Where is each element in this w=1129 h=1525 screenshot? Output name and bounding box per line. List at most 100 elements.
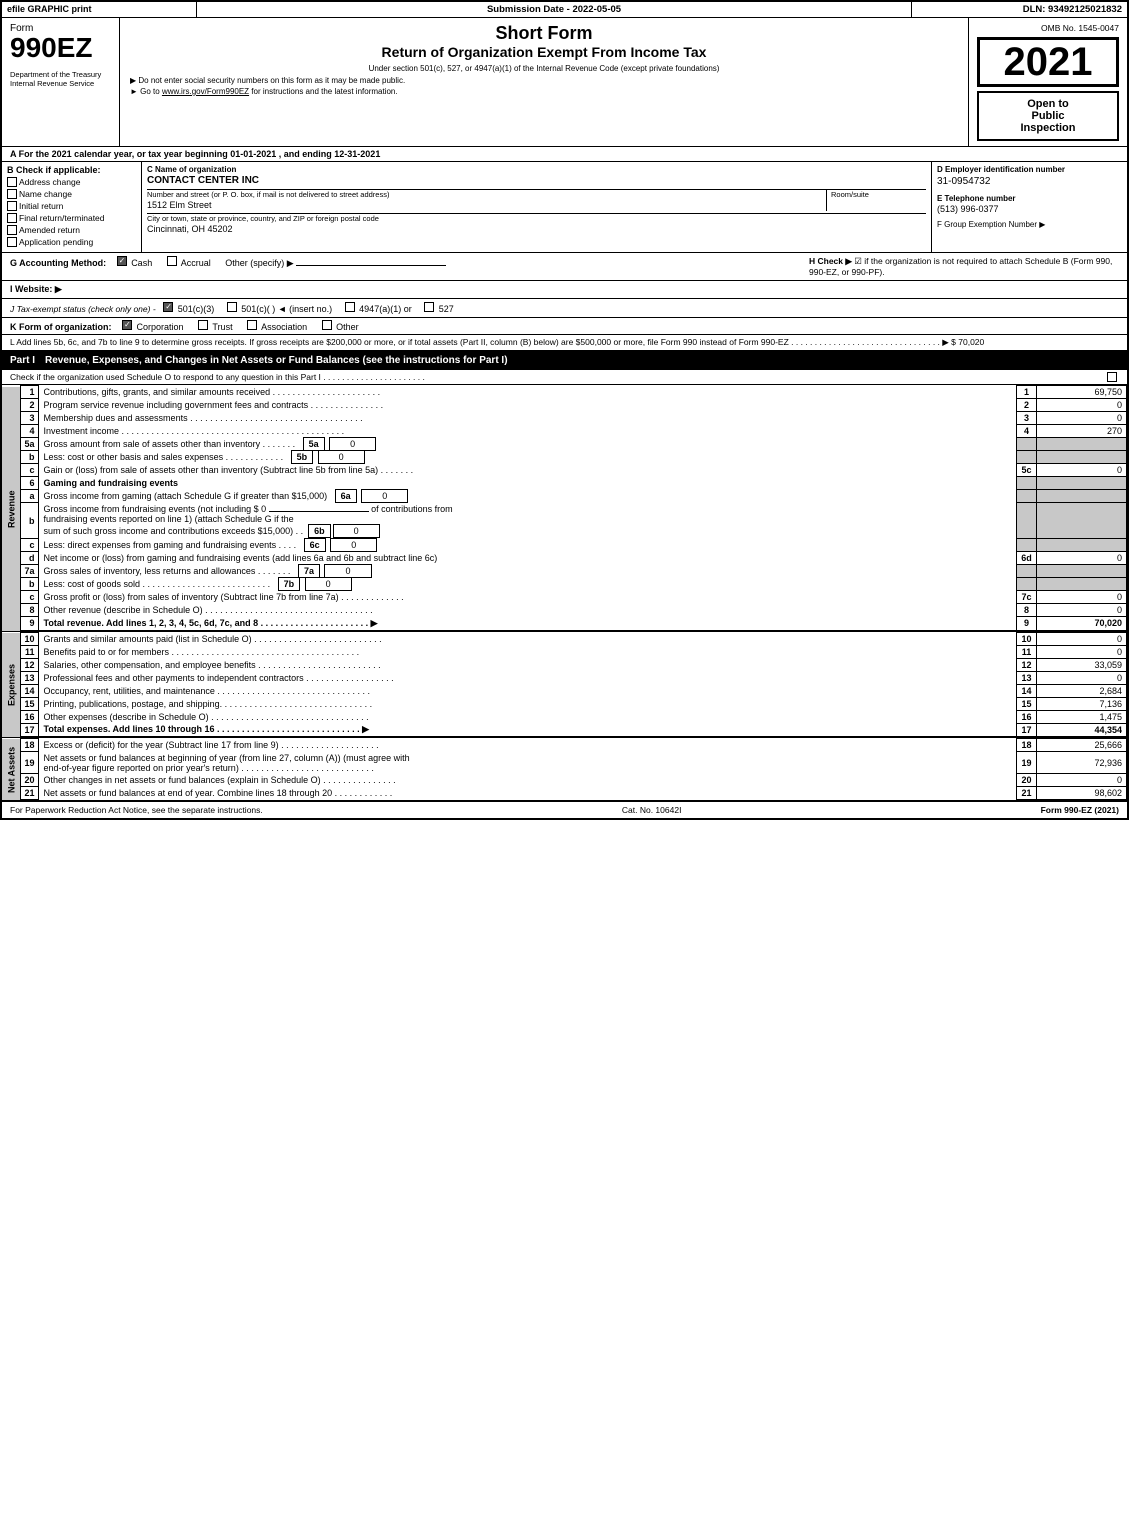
phone-value: (513) 996-0377 bbox=[937, 203, 1122, 215]
row-desc-1: Contributions, gifts, grants, and simila… bbox=[38, 386, 1017, 399]
dept-label: Department of the Treasury Internal Reve… bbox=[10, 70, 111, 88]
row-num-1: 1 bbox=[20, 386, 38, 399]
ein-value: 31-0954732 bbox=[937, 174, 1122, 189]
form-number: 990EZ bbox=[10, 34, 111, 62]
table-row: c Less: direct expenses from gaming and … bbox=[2, 539, 1127, 552]
org-name-value: CONTACT CENTER INC bbox=[147, 174, 926, 187]
tax-exempt-label: J Tax-exempt status (check only one) - bbox=[10, 304, 156, 314]
tax-exempt-527[interactable]: 527 bbox=[424, 304, 454, 314]
row19-desc2: end-of-year figure reported on prior yea… bbox=[44, 763, 1012, 773]
row6a-desc: Gross income from gaming (attach Schedul… bbox=[44, 491, 328, 501]
checkbox-amended-return[interactable]: Amended return bbox=[7, 225, 136, 235]
footer-right: Form 990-EZ (2021) bbox=[1041, 805, 1119, 815]
table-row: 14 Occupancy, rent, utilities, and maint… bbox=[2, 684, 1127, 697]
room-label: Room/suite bbox=[831, 190, 926, 199]
part1-check-text: Check if the organization used Schedule … bbox=[10, 372, 1102, 382]
table-row: 20 Other changes in net assets or fund b… bbox=[2, 774, 1127, 787]
table-row: 19 Net assets or fund balances at beginn… bbox=[2, 752, 1127, 774]
k-other[interactable]: Other bbox=[322, 322, 359, 332]
year-box: 2021 bbox=[977, 37, 1119, 87]
section-a: A For the 2021 calendar year, or tax yea… bbox=[2, 147, 1127, 162]
table-row: 3 Membership dues and assessments . . . … bbox=[2, 412, 1127, 425]
acct-cash[interactable]: Cash bbox=[117, 258, 155, 268]
net-assets-label: Net Assets bbox=[6, 746, 16, 792]
city-label: City or town, state or province, country… bbox=[147, 214, 926, 223]
row-amount-1: 69,750 bbox=[1037, 386, 1127, 399]
table-row: Revenue 1 Contributions, gifts, grants, … bbox=[2, 386, 1127, 399]
address-value: 1512 Elm Street bbox=[147, 199, 826, 211]
table-row: 13 Professional fees and other payments … bbox=[2, 671, 1127, 684]
acct-accrual[interactable]: Accrual bbox=[167, 258, 214, 268]
k-trust[interactable]: Trust bbox=[198, 322, 233, 332]
section-b-label: B Check if applicable: bbox=[7, 165, 136, 175]
k-corporation[interactable]: Corporation bbox=[122, 322, 184, 332]
table-row: 8 Other revenue (describe in Schedule O)… bbox=[2, 604, 1127, 617]
table-row: 2 Program service revenue including gove… bbox=[2, 399, 1127, 412]
form-title-line2: Return of Organization Exempt From Incom… bbox=[130, 44, 958, 60]
table-row: 7a Gross sales of inventory, less return… bbox=[2, 565, 1127, 578]
expenses-label: Expenses bbox=[6, 664, 16, 706]
table-row: 5a Gross amount from sale of assets othe… bbox=[2, 438, 1127, 451]
row6b-desc1: Gross income from fundraising events (no… bbox=[44, 504, 1012, 514]
footer: For Paperwork Reduction Act Notice, see … bbox=[2, 800, 1127, 818]
row6b-desc4: sum of such gross income and contributio… bbox=[44, 524, 1012, 538]
website-label: I Website: ▶ bbox=[10, 284, 62, 295]
address-label: Number and street (or P. O. box, if mail… bbox=[147, 190, 826, 199]
table-row-total: 17 Total expenses. Add lines 10 through … bbox=[2, 723, 1127, 737]
acct-other[interactable]: Other (specify) ▶ bbox=[225, 258, 446, 268]
tax-exempt-4947[interactable]: 4947(a)(1) or bbox=[345, 304, 412, 314]
table-row: 15 Printing, publications, postage, and … bbox=[2, 697, 1127, 710]
table-row: b Less: cost of goods sold . . . . . . .… bbox=[2, 578, 1127, 591]
table-row: Expenses 10 Grants and similar amounts p… bbox=[2, 632, 1127, 645]
tax-exempt-501c3[interactable]: 501(c)(3) bbox=[163, 304, 214, 314]
checkbox-name-change[interactable]: Name change bbox=[7, 189, 136, 199]
submission-date: Submission Date - 2022-05-05 bbox=[197, 2, 912, 17]
k-association[interactable]: Association bbox=[247, 322, 307, 332]
row5b-desc: Less: cost or other basis and sales expe… bbox=[44, 452, 284, 462]
part1-label: Part I bbox=[10, 355, 35, 366]
revenue-label: Revenue bbox=[6, 490, 16, 528]
table-row: Net Assets 18 Excess or (deficit) for th… bbox=[2, 739, 1127, 752]
part1-title: Revenue, Expenses, and Changes in Net As… bbox=[45, 355, 508, 366]
h-check-section: H Check ▶ ☑ if the organization is not r… bbox=[809, 256, 1119, 277]
acct-label: G Accounting Method: bbox=[10, 258, 106, 268]
footer-cat: Cat. No. 10642I bbox=[622, 805, 682, 815]
org-name-label: C Name of organization bbox=[147, 165, 926, 174]
row5b-amt: 0 bbox=[318, 450, 365, 464]
row5a-amt: 0 bbox=[329, 437, 376, 451]
row5a-desc: Gross amount from sale of assets other t… bbox=[44, 439, 296, 449]
table-row: 6 Gaming and fundraising events bbox=[2, 477, 1127, 490]
k-label: K Form of organization: bbox=[10, 322, 112, 332]
group-exempt: F Group Exemption Number ▶ bbox=[937, 220, 1122, 229]
checkbox-final-return[interactable]: Final return/terminated bbox=[7, 213, 136, 223]
table-row: c Gain or (loss) from sale of assets oth… bbox=[2, 464, 1127, 477]
row5b-sub: 5b bbox=[291, 450, 314, 464]
l-section-text: L Add lines 5b, 6c, and 7b to line 9 to … bbox=[10, 337, 984, 347]
row19-desc1: Net assets or fund balances at beginning… bbox=[44, 753, 1012, 763]
checkbox-initial-return[interactable]: Initial return bbox=[7, 201, 136, 211]
ein-label: D Employer identification number bbox=[937, 165, 1122, 174]
row-line-1: 1 bbox=[1017, 386, 1037, 399]
phone-label: E Telephone number bbox=[937, 194, 1122, 203]
row5a-sub: 5a bbox=[303, 437, 325, 451]
part1-checkbox[interactable] bbox=[1107, 372, 1117, 382]
form-subtitle: Under section 501(c), 527, or 4947(a)(1)… bbox=[130, 64, 958, 73]
table-row: 21 Net assets or fund balances at end of… bbox=[2, 787, 1127, 800]
footer-left: For Paperwork Reduction Act Notice, see … bbox=[10, 805, 263, 815]
table-row: 4 Investment income . . . . . . . . . . … bbox=[2, 425, 1127, 438]
efile-label: efile GRAPHIC print bbox=[2, 2, 197, 17]
table-row: 11 Benefits paid to or for members . . .… bbox=[2, 645, 1127, 658]
omb-number: OMB No. 1545-0047 bbox=[977, 23, 1119, 33]
row6b-desc3: fundraising events reported on line 1) (… bbox=[44, 514, 1012, 524]
table-row: b Less: cost or other basis and sales ex… bbox=[2, 451, 1127, 464]
checkbox-application-pending[interactable]: Application pending bbox=[7, 237, 136, 247]
checkbox-address-change[interactable]: Address change bbox=[7, 177, 136, 187]
table-row: a Gross income from gaming (attach Sched… bbox=[2, 490, 1127, 503]
form-title-line1: Short Form bbox=[130, 23, 958, 44]
dln-number: DLN: 93492125021832 bbox=[912, 2, 1127, 17]
form-note2: ► Go to www.irs.gov/Form990EZ for instru… bbox=[130, 87, 958, 96]
tax-exempt-501c[interactable]: 501(c)( ) ◄ (insert no.) bbox=[227, 304, 332, 314]
room-value bbox=[831, 199, 926, 201]
table-row: 12 Salaries, other compensation, and emp… bbox=[2, 658, 1127, 671]
city-value: Cincinnati, OH 45202 bbox=[147, 223, 926, 235]
